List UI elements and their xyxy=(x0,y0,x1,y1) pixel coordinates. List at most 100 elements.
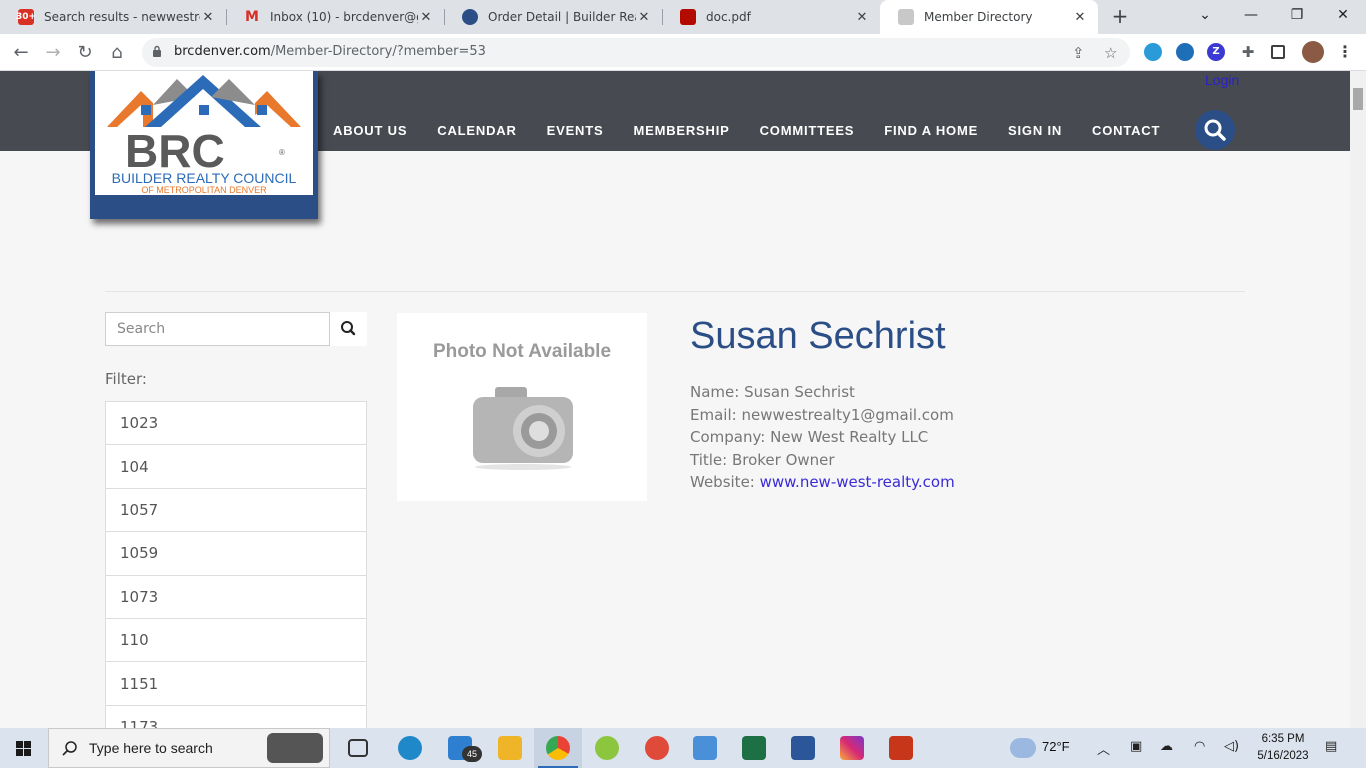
clock-time: 6:35 PM xyxy=(1261,733,1305,745)
member-title-row: Title: Broker Owner xyxy=(690,450,835,469)
directory-search-button[interactable] xyxy=(330,312,367,346)
close-tab-icon[interactable]: ✕ xyxy=(1072,10,1088,25)
extension-icon[interactable] xyxy=(1144,43,1162,61)
filter-item[interactable]: 104 xyxy=(106,445,366,489)
tab-order-detail[interactable]: Order Detail | Builder Realty C ✕ xyxy=(444,0,662,34)
tab-search-results[interactable]: 30+ Search results - newwestrealty ✕ xyxy=(0,0,226,34)
app-icon[interactable] xyxy=(595,736,619,760)
member-email-value: newwestrealty1@gmail.com xyxy=(741,405,954,424)
close-tab-icon[interactable]: ✕ xyxy=(854,10,870,25)
member-name-row: Name: Susan Sechrist xyxy=(690,383,855,401)
chrome-taskbar-button[interactable] xyxy=(534,728,582,768)
search-icon xyxy=(341,321,356,336)
nav-membership[interactable]: MEMBERSHIP xyxy=(618,123,744,138)
side-panel-icon[interactable] xyxy=(1271,45,1285,59)
logo-panel: BRC ® BUILDER REALTY COUNCIL OF METROPOL… xyxy=(95,71,313,195)
address-bar[interactable]: brcdenver.com/Member-Directory/?member=5… xyxy=(142,38,1130,67)
close-tab-icon[interactable]: ✕ xyxy=(636,10,652,25)
nav-find-a-home[interactable]: FIND A HOME xyxy=(869,123,993,138)
extensions-puzzle-icon[interactable]: ✚ xyxy=(1239,43,1257,61)
reload-icon[interactable]: ↻ xyxy=(72,40,98,66)
directory-search-input[interactable] xyxy=(106,313,329,345)
meet-now-icon[interactable]: ▣ xyxy=(1130,739,1142,754)
back-icon[interactable]: ← xyxy=(8,40,34,66)
tab-search-icon[interactable]: ⌄ xyxy=(1182,0,1228,30)
gmail-icon: 30+ xyxy=(16,9,36,25)
page-scrollbar[interactable] xyxy=(1350,71,1366,728)
volume-icon[interactable]: ◁) xyxy=(1224,739,1239,754)
close-tab-icon[interactable]: ✕ xyxy=(418,10,434,25)
start-button[interactable] xyxy=(0,728,48,768)
edge-icon[interactable] xyxy=(398,736,422,760)
nav-events[interactable]: EVENTS xyxy=(532,123,619,138)
close-tab-icon[interactable]: ✕ xyxy=(200,10,216,25)
filter-item[interactable]: 1023 xyxy=(106,402,366,446)
onedrive-icon[interactable]: ☁ xyxy=(1160,739,1173,754)
taskbar-search-box[interactable]: Type here to search xyxy=(48,728,330,768)
app-icon[interactable] xyxy=(889,736,913,760)
mail-badge: 45 xyxy=(462,746,482,762)
filter-item[interactable]: 1151 xyxy=(106,662,366,706)
tab-title: Inbox (10) - brcdenver@gmail xyxy=(270,10,418,24)
brc-logo[interactable]: BRC ® BUILDER REALTY COUNCIL OF METROPOL… xyxy=(90,71,318,219)
member-name-value: Susan Sechrist xyxy=(744,383,855,401)
zoom-extension-icon[interactable]: Z xyxy=(1207,43,1225,61)
new-tab-button[interactable]: + xyxy=(1108,4,1132,28)
app-icon[interactable] xyxy=(645,736,669,760)
task-view-icon[interactable] xyxy=(348,739,368,757)
filter-item[interactable]: 110 xyxy=(106,619,366,663)
weather-icon[interactable] xyxy=(1010,738,1036,758)
bookmark-star-icon[interactable]: ☆ xyxy=(1104,44,1117,62)
nav-calendar[interactable]: CALENDAR xyxy=(422,123,531,138)
restore-icon[interactable]: ❐ xyxy=(1274,0,1320,30)
login-link[interactable]: Login xyxy=(1205,72,1239,88)
filter-item[interactable]: 1059 xyxy=(106,532,366,576)
filter-item[interactable]: 1057 xyxy=(106,489,366,533)
member-company-value: New West Realty LLC xyxy=(770,428,929,446)
nav-about-us[interactable]: ABOUT US xyxy=(318,123,422,138)
scrollbar-thumb[interactable] xyxy=(1353,88,1363,110)
chrome-icon xyxy=(546,736,570,760)
notifications-icon[interactable]: ▤ xyxy=(1325,739,1337,754)
tab-member-directory[interactable]: Member Directory ✕ xyxy=(880,0,1098,34)
instagram-icon[interactable] xyxy=(840,736,864,760)
weather-temperature[interactable]: 72°F xyxy=(1042,739,1070,754)
nav-contact[interactable]: CONTACT xyxy=(1077,123,1175,138)
extension-icon[interactable] xyxy=(1176,43,1194,61)
show-hidden-icons-icon[interactable]: ︿ xyxy=(1097,739,1110,758)
member-website-link[interactable]: www.new-west-realty.com xyxy=(760,473,955,491)
forward-icon[interactable]: → xyxy=(40,40,66,66)
excel-icon[interactable] xyxy=(742,736,766,760)
nav-sign-in[interactable]: SIGN IN xyxy=(993,123,1077,138)
tab-inbox[interactable]: M Inbox (10) - brcdenver@gmail ✕ xyxy=(226,0,444,34)
app-icon[interactable] xyxy=(693,736,717,760)
gmail-icon: M xyxy=(245,9,259,25)
tab-title: Search results - newwestrealty xyxy=(44,10,200,24)
pdf-icon xyxy=(680,9,696,25)
close-window-icon[interactable]: ✕ xyxy=(1320,0,1366,30)
mail-icon[interactable]: 45 xyxy=(448,736,482,762)
member-email-row: Email: newwestrealty1@gmail.com xyxy=(690,405,954,424)
profile-avatar[interactable] xyxy=(1302,41,1324,63)
member-details: Name: Susan Sechrist Email: newwestrealt… xyxy=(690,381,955,494)
minimize-icon[interactable]: — xyxy=(1228,0,1274,30)
tab-title: doc.pdf xyxy=(706,10,751,24)
tab-doc-pdf[interactable]: doc.pdf ✕ xyxy=(662,0,880,34)
filter-item[interactable]: 1073 xyxy=(106,576,366,619)
windows-logo-icon xyxy=(16,741,31,756)
filter-item[interactable]: 1173 xyxy=(106,706,366,728)
member-photo-placeholder: Photo Not Available xyxy=(397,313,647,501)
word-icon[interactable] xyxy=(791,736,815,760)
nav-committees[interactable]: COMMITTEES xyxy=(745,123,870,138)
member-company-row: Company: New West Realty LLC xyxy=(690,428,929,446)
wifi-icon[interactable]: ◠ xyxy=(1194,739,1205,754)
site-favicon-icon xyxy=(898,9,914,25)
system-clock[interactable]: 6:35 PM 5/16/2023 xyxy=(1248,731,1318,765)
home-icon[interactable]: ⌂ xyxy=(104,40,130,66)
member-name-heading: Susan Sechrist xyxy=(690,315,946,357)
file-explorer-icon[interactable] xyxy=(498,736,522,760)
lock-icon xyxy=(153,45,161,57)
site-search-button[interactable] xyxy=(1195,110,1235,150)
menu-kebab-icon[interactable]: ⋮ xyxy=(1336,43,1354,61)
share-icon[interactable]: ⇪ xyxy=(1072,44,1085,62)
